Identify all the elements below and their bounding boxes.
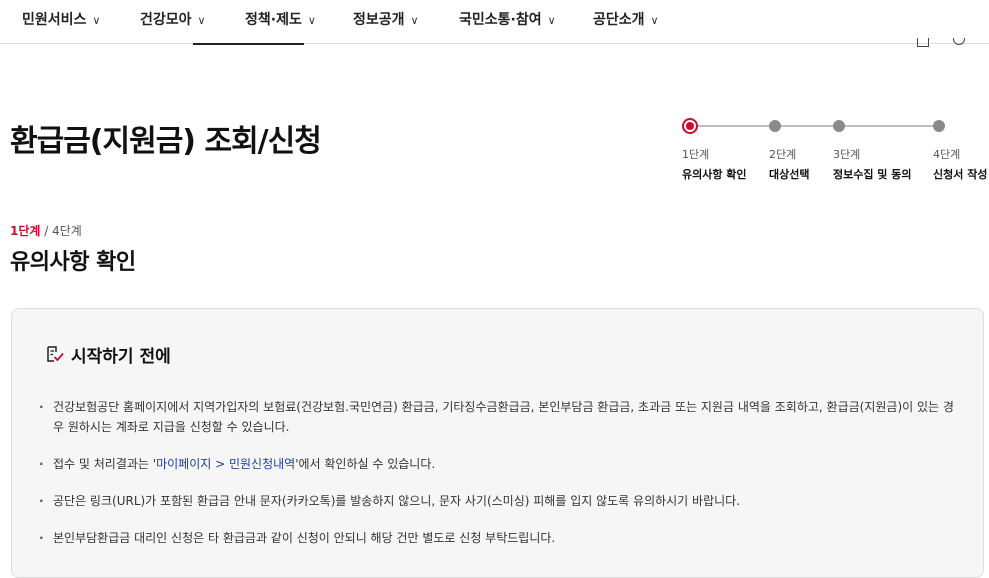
chevron-down-icon: ∨ [547, 14, 556, 27]
global-nav: 민원서비스 ∨ 건강모아 ∨ 정책·제도 ∨ 정보공개 ∨ 국민소통·참여 ∨ 공단소개 ∨ [0, 0, 989, 45]
nav-item-label: 공단소개 [593, 12, 645, 28]
step-3-number: 3단계 [833, 148, 861, 161]
step-4-number: 4단계 [933, 148, 961, 161]
chevron-down-icon: ∨ [92, 14, 101, 27]
nav-item-about[interactable]: 공단소개 ∨ [593, 10, 659, 30]
step-indicator: 1단계 / 4단계 [10, 222, 82, 239]
step-2-dot [769, 120, 781, 132]
notice-list: 건강보험공단 홈페이지에서 지역가입자의 보험료(건강보험.국민연금) 환급금,… [39, 397, 959, 548]
mypage-link[interactable]: 마이페이지 > 민원신청내역 [156, 457, 295, 471]
checklist-icon [47, 346, 64, 362]
nav-active-underline [193, 43, 304, 45]
chevron-down-icon: ∨ [650, 14, 659, 27]
step-1-dot [682, 118, 698, 134]
nav-item-policy[interactable]: 정책·제도 ∨ [245, 10, 316, 30]
step-1-number: 1단계 [682, 148, 710, 161]
nav-item-label: 정보공개 [353, 12, 405, 28]
notice-box: 시작하기 전에 건강보험공단 홈페이지에서 지역가입자의 보험료(건강보험.국민… [11, 308, 984, 578]
nav-item-label: 건강모아 [140, 12, 192, 28]
step-2-name: 대상선택 [769, 168, 810, 181]
nav-item-civil-service[interactable]: 민원서비스 ∨ [22, 10, 100, 30]
nav-item-health-moa[interactable]: 건강모아 ∨ [140, 10, 206, 30]
nav-item-info-disclosure[interactable]: 정보공개 ∨ [353, 10, 419, 30]
nav-item-communication[interactable]: 국민소통·참여 ∨ [459, 10, 556, 30]
share-icon[interactable] [953, 38, 965, 45]
step-4-name: 신청서 작성 [933, 168, 988, 181]
page-title: 환급금(지원금) 조회/신청 [10, 124, 322, 159]
current-step: 1단계 [10, 224, 41, 238]
step-1-name: 유의사항 확인 [682, 168, 747, 181]
step-3-name: 정보수집 및 동의 [833, 168, 912, 181]
section-title: 유의사항 확인 [10, 250, 136, 275]
step-2-number: 2단계 [769, 148, 797, 161]
step-3-dot [833, 120, 845, 132]
notice-item-text: 본인부담환급금 대리인 신청은 타 환급금과 같이 신청이 안되니 해당 건만 … [53, 531, 556, 545]
list-item: 건강보험공단 홈페이지에서 지역가입자의 보험료(건강보험.국민연금) 환급금,… [39, 397, 959, 437]
progress-stepper: 1단계 유의사항 확인 2단계 대상선택 3단계 정보수집 및 동의 4단계 신… [680, 118, 989, 188]
utility-icons [905, 38, 975, 50]
chevron-down-icon: ∨ [197, 14, 206, 27]
notice-title: 시작하기 전에 [71, 347, 171, 367]
list-item: 본인부담환급금 대리인 신청은 타 환급금과 같이 신청이 안되니 해당 건만 … [39, 528, 959, 548]
nav-item-label: 민원서비스 [22, 12, 87, 28]
list-item: 접수 및 처리결과는 '마이페이지 > 민원신청내역'에서 확인하실 수 있습니… [39, 454, 959, 474]
list-item: 공단은 링크(URL)가 포함된 환급금 안내 문자(카카오톡)를 발송하지 않… [39, 491, 959, 511]
notice-item-text: 건강보험공단 홈페이지에서 지역가입자의 보험료(건강보험.국민연금) 환급금,… [53, 400, 954, 434]
nav-item-label: 정책·제도 [245, 12, 302, 28]
notice-item-text: 공단은 링크(URL)가 포함된 환급금 안내 문자(카카오톡)를 발송하지 않… [53, 494, 741, 508]
stepper-line [690, 125, 940, 127]
chevron-down-icon: ∨ [410, 14, 419, 27]
nav-item-label: 국민소통·참여 [459, 12, 542, 28]
print-icon[interactable] [917, 38, 929, 47]
notice-item-text: 접수 및 처리결과는 ' [53, 457, 157, 471]
step-separator: / [40, 224, 53, 238]
step-4-dot [933, 120, 945, 132]
total-steps: 4단계 [52, 224, 82, 238]
notice-item-text: '에서 확인하실 수 있습니다. [295, 457, 436, 471]
chevron-down-icon: ∨ [307, 14, 316, 27]
